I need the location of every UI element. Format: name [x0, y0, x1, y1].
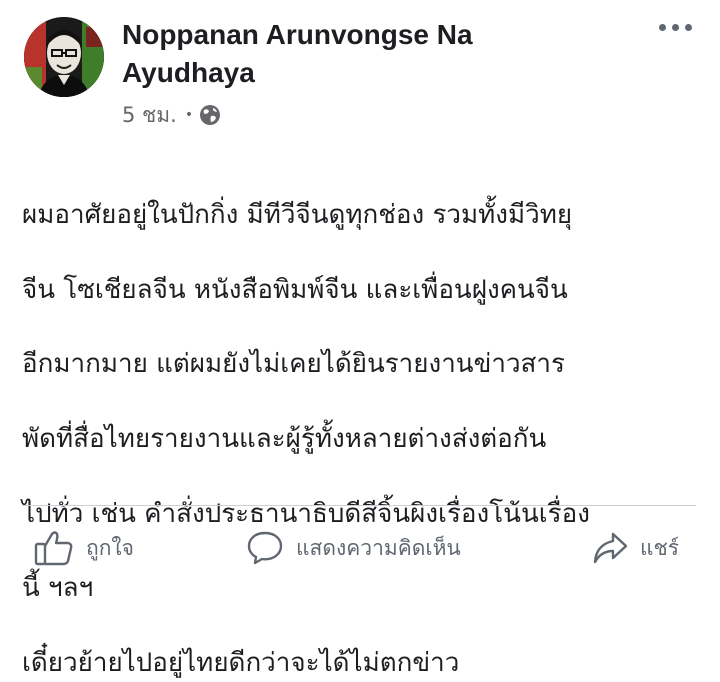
post-line: พัดที่สื่อไทยรายงานและผู้รู้ทั้งหลายต่าง… [22, 424, 547, 455]
post-timestamp[interactable]: 5 ชม. [122, 99, 177, 132]
like-label: ถูกใจ [86, 535, 134, 560]
avatar-image [24, 17, 104, 97]
author-name[interactable]: Noppanan Arunvongse Na Ayudhaya [122, 16, 602, 92]
post-line: จีน โซเชียลจีน หนังสือพิมพ์จีน และเพื่อน… [22, 274, 568, 305]
post-line: ผมอาศัยอยู่ในปักกิ่ง มีทีวีจีนดูทุกช่อง … [22, 200, 573, 231]
comment-icon [246, 530, 284, 566]
comment-label: แสดงความคิดเห็น [296, 535, 461, 560]
post-line: อีกมากมาย แต่ผมยังไม่เคยได้ยินรายงานข่าว… [22, 349, 565, 380]
meta-separator: • [184, 107, 194, 123]
post-paragraph-2: เดี๋ยวย้ายไปอยู่ไทยดีกว่าจะได้ไม่ตกข่าว [22, 647, 460, 678]
share-button[interactable]: แชร์ [592, 520, 679, 576]
avatar[interactable] [24, 17, 104, 97]
facebook-post: Noppanan Arunvongse Na Ayudhaya 5 ชม. • … [0, 0, 720, 678]
post-text: ผมอาศัยอยู่ในปักกิ่ง มีทีวีจีนดูทุกช่อง … [22, 160, 702, 682]
globe-icon[interactable] [199, 104, 221, 126]
share-arrow-icon [592, 531, 628, 565]
more-options-button[interactable] [659, 24, 692, 31]
action-bar: ถูกใจ แสดงความคิดเห็น แชร์ [0, 520, 720, 576]
comment-button[interactable]: แสดงความคิดเห็น [246, 520, 461, 576]
more-dots-icon [659, 24, 666, 31]
post-meta: 5 ชม. • [122, 100, 221, 130]
author-name-line2: Ayudhaya [122, 57, 255, 88]
post-line: นี้ ฯลฯ [22, 573, 94, 604]
share-label: แชร์ [640, 535, 680, 560]
divider [22, 505, 696, 506]
like-button[interactable]: ถูกใจ [34, 520, 134, 576]
author-name-line1: Noppanan Arunvongse Na [122, 19, 473, 50]
thumbs-up-icon [34, 530, 74, 566]
